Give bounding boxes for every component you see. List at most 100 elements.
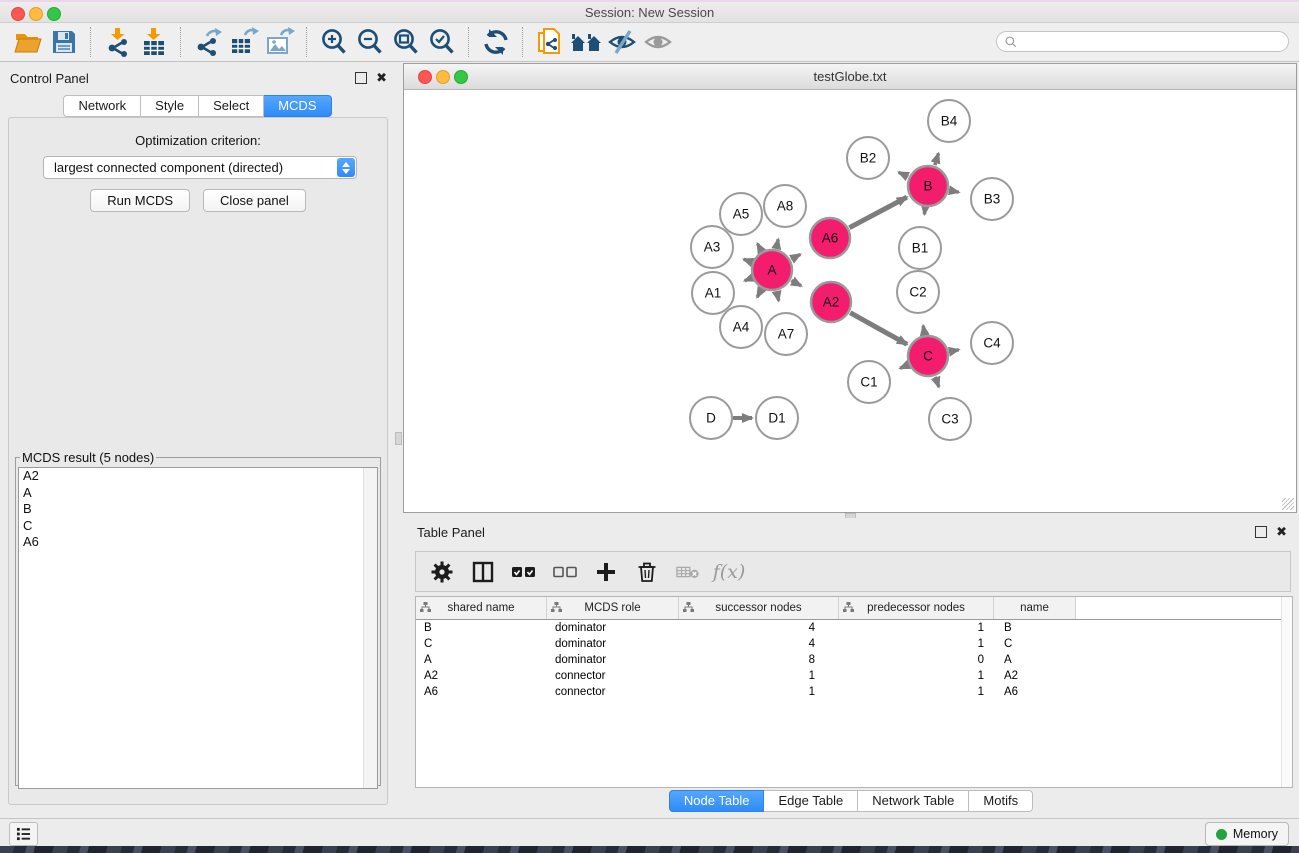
graph-node-A8[interactable]: A8 [764, 185, 806, 227]
graph-node-A2[interactable]: A2 [811, 282, 851, 322]
split-view-icon[interactable] [471, 560, 495, 584]
table-cell[interactable]: dominator [547, 622, 679, 634]
table-cell[interactable]: C [416, 638, 547, 650]
table-cell[interactable]: A [416, 654, 547, 666]
graph-edge-C-C1[interactable] [900, 365, 908, 368]
tab-style[interactable]: Style [141, 95, 199, 117]
open-session-icon[interactable] [10, 25, 46, 59]
graph-edge-C-C3[interactable] [935, 377, 939, 387]
table-row[interactable]: Adominator80A [416, 652, 1292, 668]
table-cell[interactable]: 1 [839, 622, 994, 634]
table-cell[interactable]: connector [547, 670, 679, 682]
graph-node-A1[interactable]: A1 [692, 272, 734, 314]
graph-node-D[interactable]: D [690, 397, 732, 439]
hide-details-icon[interactable] [604, 25, 640, 59]
table-cell[interactable]: C [994, 638, 1076, 650]
graph-edge-A-A1[interactable] [745, 278, 752, 281]
deselect-all-icon[interactable] [553, 560, 577, 584]
table-cell[interactable]: dominator [547, 638, 679, 650]
memory-button[interactable]: Memory [1205, 822, 1289, 846]
table-row[interactable]: A6connector11A6 [416, 684, 1292, 700]
graph-edge-A-A7[interactable] [777, 292, 779, 301]
graph-node-B[interactable]: B [908, 166, 948, 206]
tab-network[interactable]: Network [63, 95, 141, 117]
settings-gear-icon[interactable] [430, 560, 454, 584]
table-row[interactable]: Bdominator41B [416, 620, 1292, 636]
first-neighbors-icon[interactable] [568, 25, 604, 59]
mcds-result-list[interactable]: A2ABCA6 [18, 467, 378, 789]
network-window-titlebar[interactable]: testGlobe.txt [404, 64, 1296, 90]
table-float-panel-icon[interactable] [1255, 526, 1267, 538]
graph-node-B4[interactable]: B4 [928, 100, 970, 142]
table-cell[interactable]: 4 [679, 638, 839, 650]
export-network-icon[interactable] [190, 25, 226, 59]
result-item[interactable]: A2 [19, 468, 377, 485]
table-cell[interactable]: B [416, 622, 547, 634]
graph-edge-A-A4[interactable] [757, 289, 761, 297]
delete-column-icon[interactable] [635, 560, 659, 584]
result-item[interactable]: C [19, 518, 377, 535]
graph-node-A6[interactable]: A6 [810, 218, 850, 258]
result-item[interactable]: B [19, 501, 377, 518]
save-session-icon[interactable] [46, 25, 82, 59]
float-panel-icon[interactable] [355, 72, 367, 84]
graph-node-A3[interactable]: A3 [691, 226, 733, 268]
graph-edge-B-B2[interactable] [899, 172, 908, 176]
table-scrollbar[interactable] [1281, 597, 1292, 787]
graph-node-B1[interactable]: B1 [899, 227, 941, 269]
table-cell[interactable]: A6 [416, 686, 547, 698]
graph-edge-A6-B[interactable] [849, 197, 906, 228]
graph-node-A[interactable]: A [752, 250, 792, 290]
close-panel-icon[interactable]: ✖ [376, 73, 387, 83]
graph-node-D1[interactable]: D1 [756, 397, 798, 439]
graph-node-C1[interactable]: C1 [848, 361, 890, 403]
graph-node-C[interactable]: C [908, 336, 948, 376]
table-cell[interactable]: A2 [416, 670, 547, 682]
graph-node-A7[interactable]: A7 [765, 313, 807, 355]
column-header-predecessor-nodes[interactable]: predecessor nodes [839, 597, 994, 619]
graph-edge-B-B1[interactable] [924, 208, 925, 215]
search-input[interactable] [1018, 34, 1272, 50]
import-network-icon[interactable] [100, 25, 136, 59]
table-cell[interactable]: 1 [839, 638, 994, 650]
table-cell[interactable]: 1 [839, 686, 994, 698]
table-cell[interactable]: 1 [679, 670, 839, 682]
table-cell[interactable]: connector [547, 686, 679, 698]
graph-node-C3[interactable]: C3 [929, 398, 971, 440]
run-mcds-button[interactable]: Run MCDS [90, 189, 190, 212]
tab-select[interactable]: Select [199, 95, 264, 117]
table-cell[interactable]: 1 [839, 670, 994, 682]
graph-edge-A2-C[interactable] [850, 313, 907, 345]
tab-mcds[interactable]: MCDS [264, 95, 331, 117]
table-cell[interactable]: 8 [679, 654, 839, 666]
result-item[interactable]: A [19, 485, 377, 502]
table-cell[interactable]: 4 [679, 622, 839, 634]
graph-edge-A-A6[interactable] [791, 254, 800, 259]
graph-edge-A-A2[interactable] [791, 281, 801, 286]
task-history-button[interactable] [9, 822, 38, 846]
column-header-name[interactable]: name [994, 597, 1076, 619]
graph-edge-C-C2[interactable] [923, 326, 924, 335]
table-cell[interactable]: B [994, 622, 1076, 634]
graph-node-B2[interactable]: B2 [847, 137, 889, 179]
graph-edge-B-B3[interactable] [950, 190, 959, 192]
table-cell[interactable]: dominator [547, 654, 679, 666]
table-row[interactable]: Cdominator41C [416, 636, 1292, 652]
result-item[interactable]: A6 [19, 534, 377, 551]
column-header-MCDS-role[interactable]: MCDS role [547, 597, 679, 619]
zoom-fit-icon[interactable] [388, 25, 424, 59]
table-cell[interactable]: 1 [679, 686, 839, 698]
table-cell[interactable]: A [994, 654, 1076, 666]
tab-motifs[interactable]: Motifs [969, 790, 1033, 812]
network-graph[interactable]: B4B2BB3A5A8A6A3B1AA1C2A2A4A7CC4C1C3DD1 [405, 90, 1295, 511]
close-panel-button[interactable]: Close panel [203, 189, 306, 212]
export-table-icon[interactable] [226, 25, 262, 59]
graph-edge-C-C4[interactable] [950, 350, 959, 352]
graph-node-A5[interactable]: A5 [720, 193, 762, 235]
graph-node-A4[interactable]: A4 [720, 306, 762, 348]
resize-grip-icon[interactable] [1282, 498, 1294, 510]
table-cell[interactable]: 0 [839, 654, 994, 666]
graph-edge-A-A3[interactable] [744, 259, 752, 262]
apply-layout-icon[interactable] [478, 25, 514, 59]
export-image-icon[interactable] [262, 25, 298, 59]
